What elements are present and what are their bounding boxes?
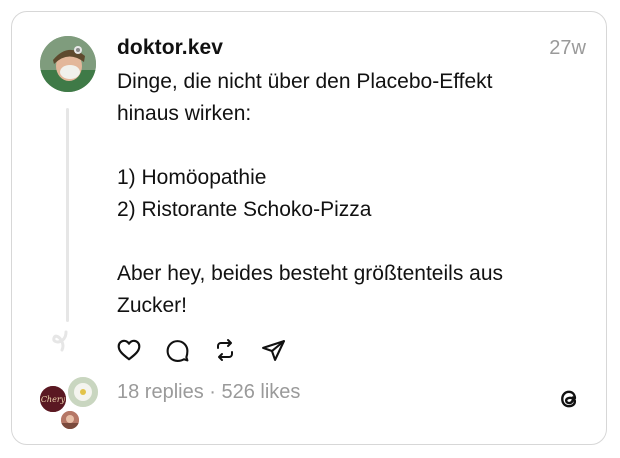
post-text-line: 1) Homöopathie (117, 166, 267, 189)
post-text-line: Zucker! (117, 294, 188, 317)
post-text-line: Dinge, die nicht über den Placebo-Effekt (117, 70, 493, 93)
threads-logo-icon[interactable] (556, 386, 582, 412)
post-timestamp: 27w (549, 37, 586, 59)
thread-line (66, 108, 69, 322)
comment-icon (166, 339, 188, 362)
reply-button[interactable] (164, 337, 190, 363)
share-button[interactable] (260, 337, 286, 363)
like-button[interactable] (116, 337, 142, 363)
post-text-line: hinaus wirken: (117, 102, 252, 125)
thread-curl-icon (52, 330, 68, 352)
replier-avatar-text: Chery (41, 395, 66, 404)
repost-button[interactable] (212, 337, 238, 363)
post-text-line: 2) Ristorante Schoko-Pizza (117, 198, 372, 221)
action-bar (116, 336, 308, 364)
author-avatar[interactable] (40, 36, 96, 92)
post-text-line (117, 130, 577, 162)
replier-avatar[interactable] (59, 409, 81, 431)
post-text-line: Aber hey, beides besteht größtenteils au… (117, 262, 504, 285)
heart-icon (117, 339, 141, 361)
send-icon (261, 339, 285, 361)
post-text-line (117, 226, 577, 258)
replier-avatar[interactable] (66, 375, 100, 409)
post-stats[interactable]: 18 replies · 526 likes (117, 381, 300, 404)
repost-icon (217, 339, 233, 361)
username[interactable]: doktor.kev (117, 36, 223, 60)
post-text: Dinge, die nicht über den Placebo-Effekt… (117, 66, 577, 322)
